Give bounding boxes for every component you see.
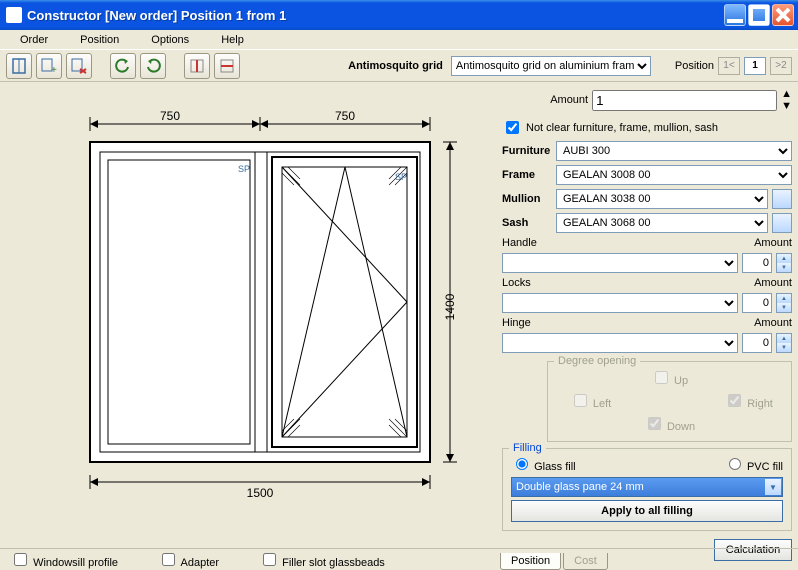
tool-split-vertical-icon[interactable] [184,53,210,79]
filling-group: Filling Glass fill PVC fill Double glass… [502,448,792,531]
position-next-button[interactable]: >2 [770,57,792,75]
bottom-tabs: Position Cost [498,548,798,570]
bottom-options: Windowsill profile Adapter Filler slot g… [0,548,498,570]
apply-to-all-button[interactable]: Apply to all filling [511,500,783,522]
toolbar: + Antimosquito grid Antimosquito grid on… [0,50,798,82]
close-button[interactable] [772,4,794,26]
maximize-button[interactable] [748,4,770,26]
tool-split-horizontal-icon[interactable] [214,53,240,79]
properties-panel: Amount ▲▼ Not clear furniture, frame, mu… [498,82,798,548]
tab-cost[interactable]: Cost [563,553,608,570]
degree-opening-group: Degree opening Up Left Right Down [547,361,792,442]
hinge-amount-spinner[interactable]: ▲▼ [776,333,792,353]
svg-text:750: 750 [335,109,355,123]
svg-text:1500: 1500 [247,486,274,500]
tab-position[interactable]: Position [500,553,561,570]
furniture-select[interactable]: AUBI 300 [556,141,792,161]
mullion-select[interactable]: GEALAN 3038 00 [556,189,768,209]
position-nav-label: Position [675,60,714,72]
mullion-label: Mullion [502,193,552,205]
chevron-down-icon: ▼ [765,479,781,495]
degree-up-checkbox [655,371,668,384]
mullion-color-button[interactable] [772,189,792,209]
notclear-checkbox[interactable] [506,121,519,134]
menu-options[interactable]: Options [135,32,205,48]
amount-spinner[interactable]: ▲▼ [781,88,792,112]
tool-rotate-left-icon[interactable] [110,53,136,79]
amount-label: Amount [550,94,588,106]
position-current[interactable]: 1 [744,57,766,75]
position-prev-button[interactable]: 1< [718,57,740,75]
menu-help[interactable]: Help [205,32,260,48]
menu-position[interactable]: Position [64,32,135,48]
degree-left-checkbox [574,394,587,407]
filler-checkbox[interactable] [263,553,276,566]
window-title: Constructor [New order] Position 1 from … [27,8,724,23]
app-icon [6,7,22,23]
menubar: Order Position Options Help [0,30,798,50]
filling-legend: Filling [509,442,546,454]
glass-fill-radio[interactable] [516,458,528,470]
tool-window-icon[interactable] [6,53,32,79]
degree-legend: Degree opening [554,355,640,367]
svg-text:SP: SP [238,164,250,174]
hinge-select[interactable] [502,333,738,353]
furniture-label: Furniture [502,145,552,157]
locks-select[interactable] [502,293,738,313]
svg-text:+: + [51,65,57,75]
tool-rotate-right-icon[interactable] [140,53,166,79]
handle-amount-input[interactable] [742,253,772,273]
frame-select[interactable]: GEALAN 3008 00 [556,165,792,185]
adapter-checkbox[interactable] [162,553,175,566]
sash-select[interactable]: GEALAN 3068 00 [556,213,768,233]
svg-text:SP: SP [395,172,407,182]
degree-right-checkbox [728,394,741,407]
sash-label: Sash [502,217,552,229]
drawing-canvas[interactable]: 750 750 SP SP [0,82,498,548]
handle-label: Handle [502,237,552,249]
sash-color-button[interactable] [772,213,792,233]
handle-amount-spinner[interactable]: ▲▼ [776,253,792,273]
hinge-label: Hinge [502,317,552,329]
locks-amount-input[interactable] [742,293,772,313]
titlebar: Constructor [New order] Position 1 from … [0,0,798,30]
antimosquito-label: Antimosquito grid [348,60,443,72]
notclear-label: Not clear furniture, frame, mullion, sas… [526,122,718,134]
locks-label: Locks [502,277,552,289]
amount-input[interactable] [592,90,777,111]
handle-select[interactable] [502,253,738,273]
hinge-amount-input[interactable] [742,333,772,353]
window-drawing: 750 750 SP SP [50,102,470,532]
locks-amount-label: Amount [754,277,792,289]
minimize-button[interactable] [724,4,746,26]
svg-text:750: 750 [160,109,180,123]
menu-order[interactable]: Order [4,32,64,48]
svg-text:1400: 1400 [443,293,457,320]
degree-down-checkbox [648,417,661,430]
tool-add-window-icon[interactable]: + [36,53,62,79]
frame-label: Frame [502,169,552,181]
antimosquito-select[interactable]: Antimosquito grid on aluminium frame [451,56,651,76]
tool-delete-window-icon[interactable] [66,53,92,79]
hinge-amount-label: Amount [754,317,792,329]
locks-amount-spinner[interactable]: ▲▼ [776,293,792,313]
handle-amount-label: Amount [754,237,792,249]
windowsill-checkbox[interactable] [14,553,27,566]
filling-select[interactable]: Double glass pane 24 mm ▼ [511,477,783,497]
pvc-fill-radio[interactable] [729,458,741,470]
